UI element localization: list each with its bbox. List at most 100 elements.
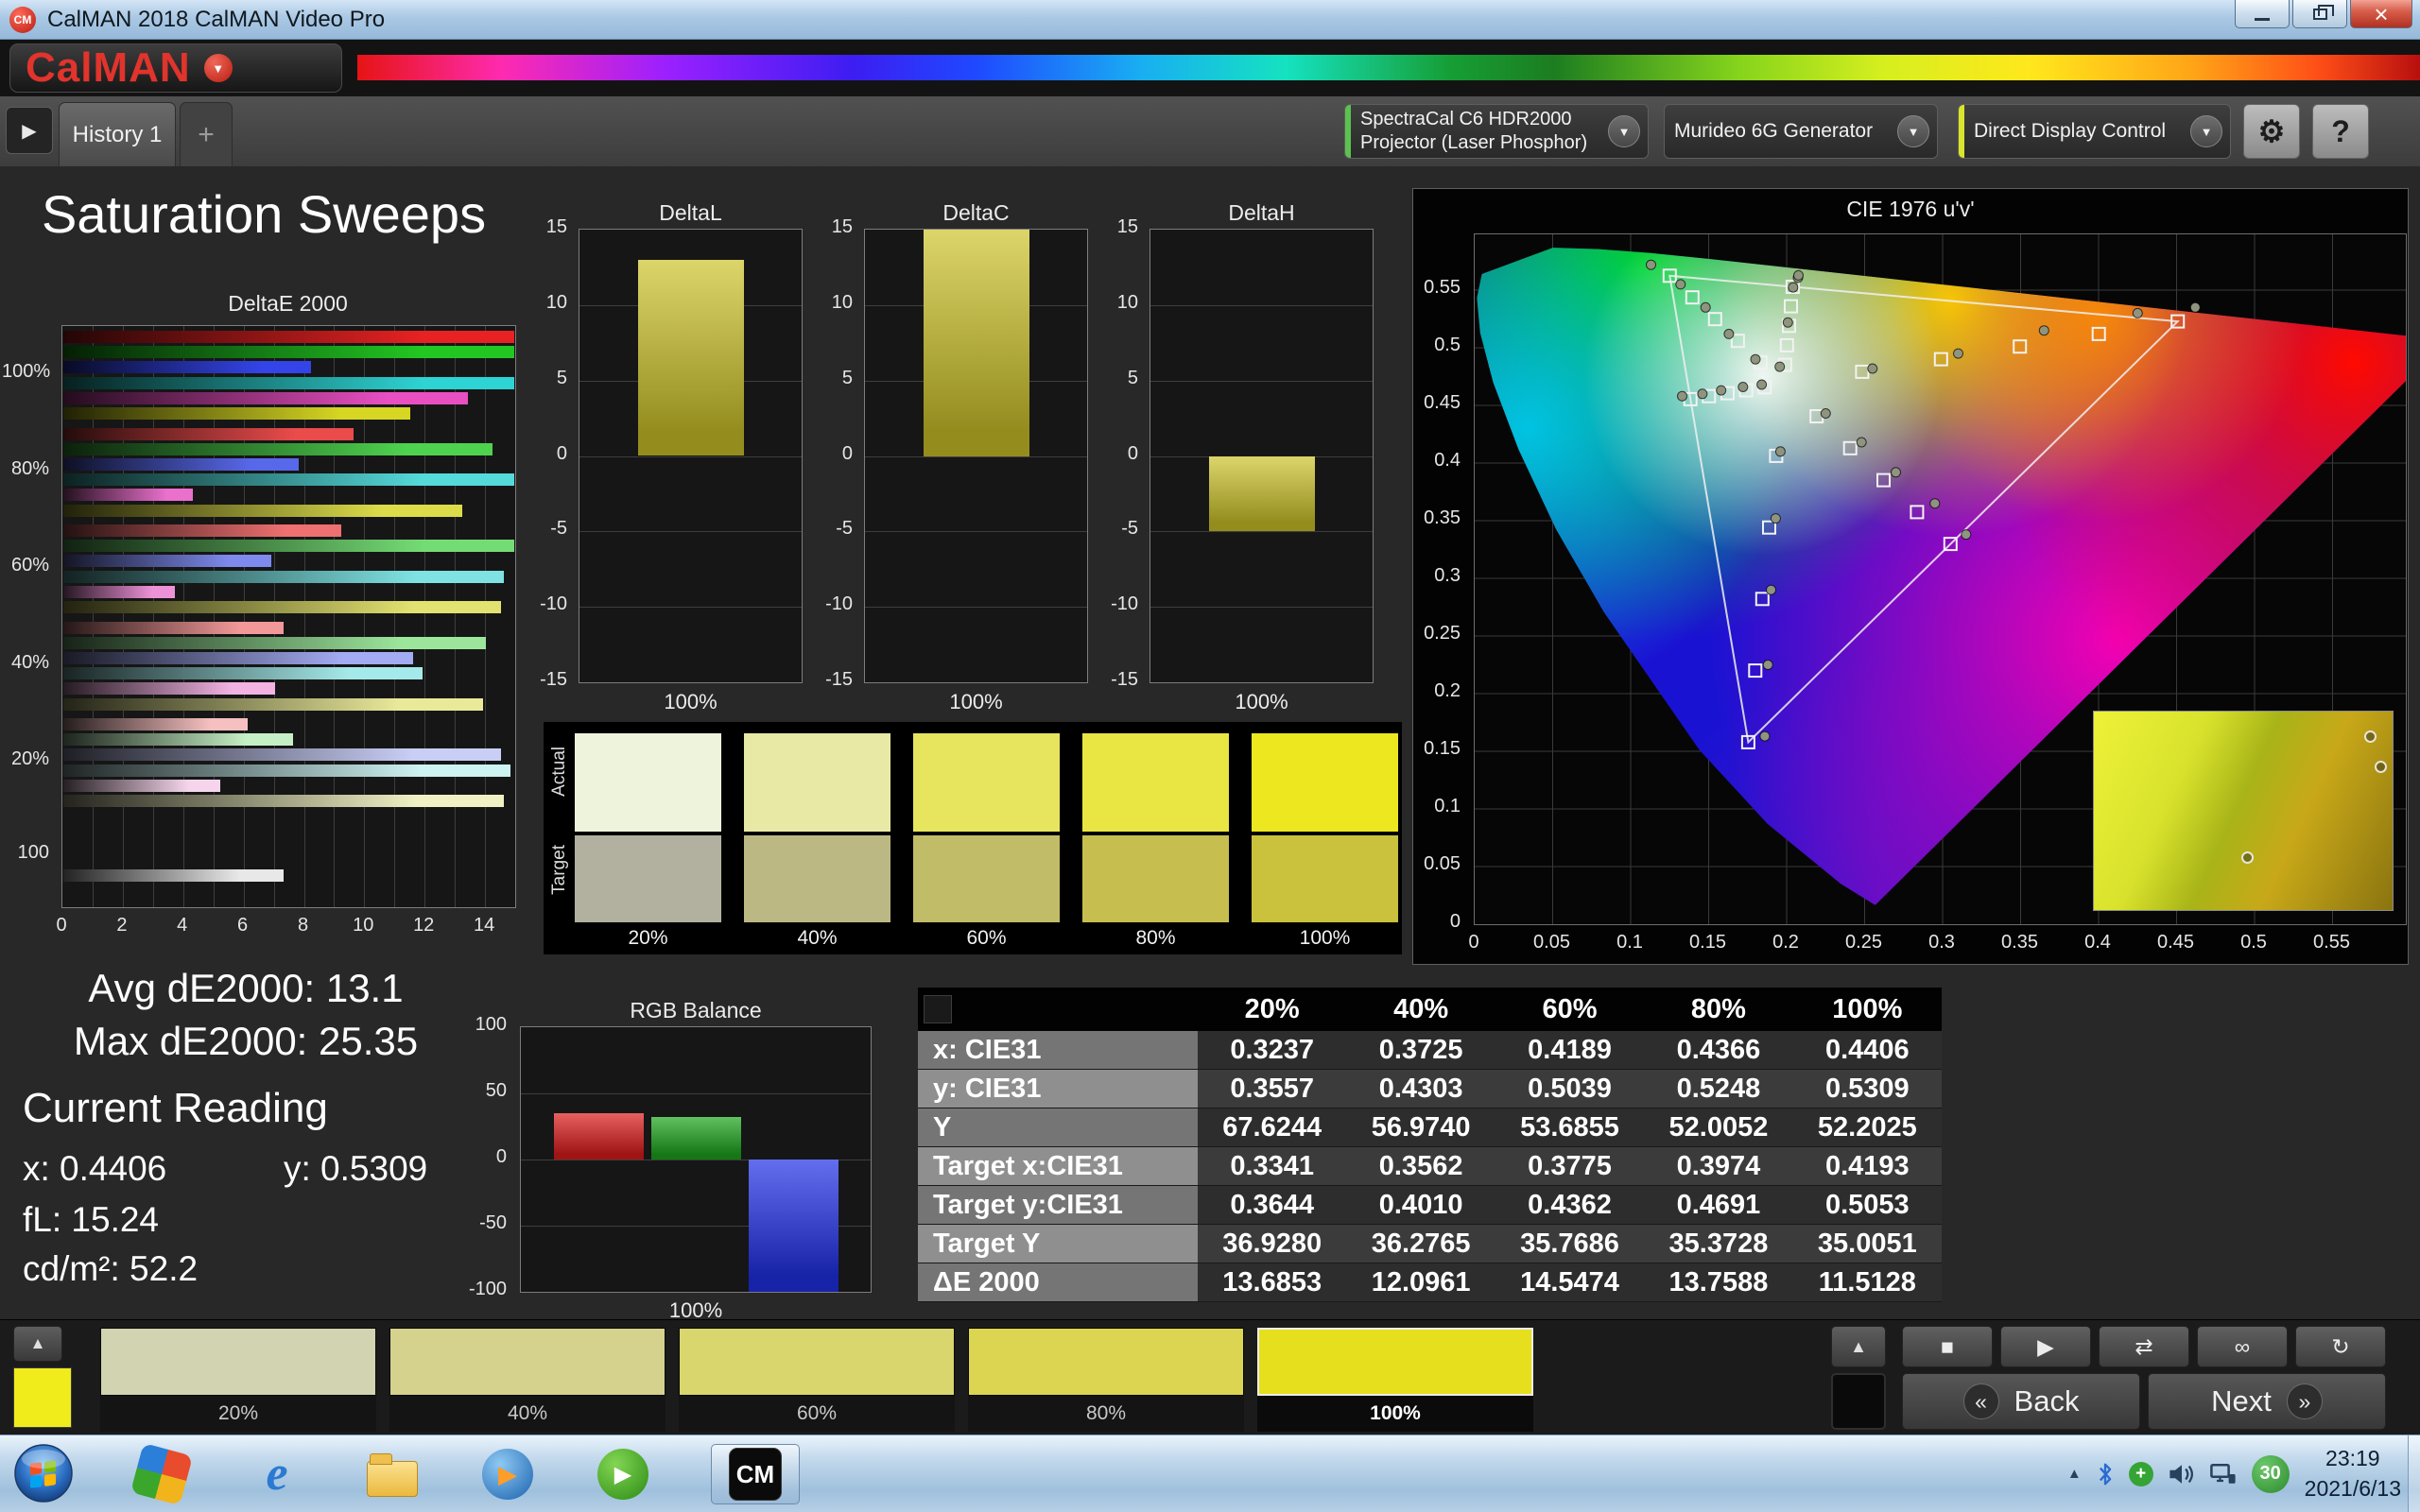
- pattern-swatch[interactable]: 60%: [679, 1320, 955, 1435]
- calman-window: CM CalMAN 2018 CalMAN Video Pro × CalMAN…: [0, 0, 2420, 1512]
- gridline: [1150, 607, 1373, 608]
- gridline: [579, 531, 802, 532]
- y-tick-label: 15: [1089, 216, 1138, 238]
- taskbar-file-explorer[interactable]: [363, 1444, 422, 1504]
- taskbar-media-player[interactable]: ▶: [478, 1444, 537, 1504]
- x-tick-label: 2: [116, 915, 127, 936]
- row-label: ΔE 2000: [918, 1263, 1198, 1301]
- cie-measured-point: [1701, 302, 1710, 312]
- deltae-y-axis: 100%80%60%40%20%100: [0, 325, 57, 908]
- table-row[interactable]: y: CIE310.35570.43030.50390.52480.5309: [918, 1070, 1942, 1108]
- y-tick-label: 5: [518, 368, 567, 389]
- settings-button[interactable]: ⚙: [2243, 104, 2300, 159]
- taskbar-internet-explorer[interactable]: e: [248, 1444, 306, 1504]
- pattern-swatch[interactable]: 20%: [100, 1320, 376, 1435]
- restore-button[interactable]: [2292, 0, 2347, 28]
- show-desktop-button[interactable]: [2408, 1435, 2420, 1512]
- stop-button[interactable]: ■: [1902, 1326, 1993, 1367]
- taskbar-clock[interactable]: 23:19 2021/6/13: [2305, 1444, 2401, 1503]
- swatch-column: 20%: [575, 722, 721, 954]
- safely-remove-icon[interactable]: +: [2129, 1462, 2153, 1486]
- meter-line2: Projector (Laser Phosphor): [1360, 131, 1587, 155]
- tab-history-1[interactable]: History 1: [59, 102, 176, 166]
- target-swatch: [744, 835, 890, 922]
- table-cell: 53.6855: [1495, 1108, 1644, 1146]
- calman-logo-text: CalMAN: [26, 47, 191, 89]
- table-cell: 0.5248: [1644, 1070, 1792, 1108]
- table-cell: 52.2025: [1793, 1108, 1942, 1146]
- source-dropdown[interactable]: Murideo 6G Generator ▼: [1664, 104, 1938, 159]
- meter-dropdown[interactable]: SpectraCal C6 HDR2000 Projector (Laser P…: [1344, 104, 1649, 159]
- pattern-window-up-button[interactable]: ▲: [1831, 1326, 1886, 1367]
- taskbar-green-app[interactable]: ▶: [594, 1444, 652, 1504]
- x-tick-label: 0.05: [1533, 932, 1570, 954]
- back-button[interactable]: « Back: [1902, 1373, 2140, 1430]
- next-label: Next: [2211, 1384, 2272, 1418]
- y-tick-label: 0.45: [1415, 392, 1461, 414]
- refresh-button[interactable]: ↻: [2295, 1326, 2386, 1367]
- expand-panel-button[interactable]: ▶: [6, 107, 53, 154]
- bar: [63, 718, 248, 730]
- cie-measured-point: [1868, 364, 1877, 373]
- bar: [63, 489, 193, 501]
- bluetooth-icon[interactable]: [2097, 1462, 2114, 1486]
- results-table: 20%40%60%80%100% x: CIE310.32370.37250.4…: [918, 988, 1942, 1302]
- gridline: [424, 326, 425, 907]
- table-row[interactable]: x: CIE310.32370.37250.41890.43660.4406: [918, 1031, 1942, 1070]
- y-axis-label: 40%: [2, 652, 49, 674]
- pattern-swatch[interactable]: 80%: [968, 1320, 1244, 1435]
- rgb-balance-y-axis: 100500-50-100: [456, 1026, 514, 1293]
- row-label: x: CIE31: [918, 1031, 1198, 1069]
- pattern-swatch[interactable]: 100%: [1257, 1320, 1533, 1435]
- bar: [63, 571, 504, 583]
- bar: [63, 733, 293, 746]
- actual-swatch: [1082, 733, 1229, 832]
- calman-logo-menu[interactable]: CalMAN ▼: [9, 43, 342, 93]
- cie-measured-point: [1789, 283, 1798, 292]
- deltah-chart-title: DeltaH: [1150, 200, 1374, 226]
- start-button[interactable]: [13, 1443, 74, 1503]
- deltal-chart-plot: [579, 229, 803, 683]
- help-button[interactable]: ?: [2312, 104, 2369, 159]
- pattern-swatch[interactable]: 40%: [389, 1320, 666, 1435]
- next-button[interactable]: Next »: [2148, 1373, 2386, 1430]
- swatch-column: 60%: [913, 722, 1060, 954]
- table-cell: 35.0051: [1793, 1225, 1942, 1263]
- tray-badge[interactable]: 30: [2252, 1455, 2290, 1493]
- bar: [63, 540, 514, 552]
- loop-button[interactable]: ∞: [2197, 1326, 2288, 1367]
- gridline: [1150, 381, 1373, 382]
- y-tick-label: 10: [1089, 292, 1138, 314]
- add-tab-button[interactable]: +: [180, 102, 233, 166]
- close-button[interactable]: ×: [2350, 0, 2412, 28]
- network-icon[interactable]: [2210, 1462, 2237, 1486]
- bar: [924, 230, 1029, 456]
- table-row[interactable]: Y67.624456.974053.685552.005252.2025: [918, 1108, 1942, 1147]
- display-dropdown[interactable]: Direct Display Control ▼: [1958, 104, 2231, 159]
- actual-swatch: [913, 733, 1060, 832]
- table-row[interactable]: ΔE 200013.685312.096114.547413.758811.51…: [918, 1263, 1942, 1302]
- x-tick-label: 0: [56, 915, 66, 936]
- row-label: Target Y: [918, 1225, 1198, 1263]
- taskbar-app-colorwheel[interactable]: [132, 1444, 191, 1504]
- play-button[interactable]: ▶: [2000, 1326, 2091, 1367]
- taskbar-calman-active[interactable]: CM: [711, 1444, 800, 1504]
- table-row[interactable]: Target x:CIE310.33410.35620.37750.39740.…: [918, 1147, 1942, 1186]
- bar: [63, 377, 514, 389]
- bar: [63, 748, 501, 761]
- table-row[interactable]: Target y:CIE310.36440.40100.43620.46910.…: [918, 1186, 1942, 1225]
- bar: [63, 682, 275, 695]
- volume-icon[interactable]: [2169, 1462, 2195, 1486]
- table-row[interactable]: Target Y36.928036.276535.768635.372835.0…: [918, 1225, 1942, 1263]
- minimize-button[interactable]: [2235, 0, 2290, 28]
- y-tick-label: -10: [518, 593, 567, 615]
- table-cell: 0.4193: [1793, 1147, 1942, 1185]
- inset-measurement-dot: [2241, 851, 2254, 864]
- step-button[interactable]: ⇄: [2099, 1326, 2189, 1367]
- tray-expand-icon[interactable]: ▲: [2067, 1466, 2082, 1482]
- y-tick-label: -5: [804, 518, 853, 540]
- pattern-window-preview[interactable]: [1831, 1373, 1886, 1430]
- pattern-up-button[interactable]: ▲: [13, 1326, 62, 1362]
- back-chevron-icon: «: [1963, 1383, 1999, 1419]
- current-pattern-swatch: [13, 1367, 72, 1428]
